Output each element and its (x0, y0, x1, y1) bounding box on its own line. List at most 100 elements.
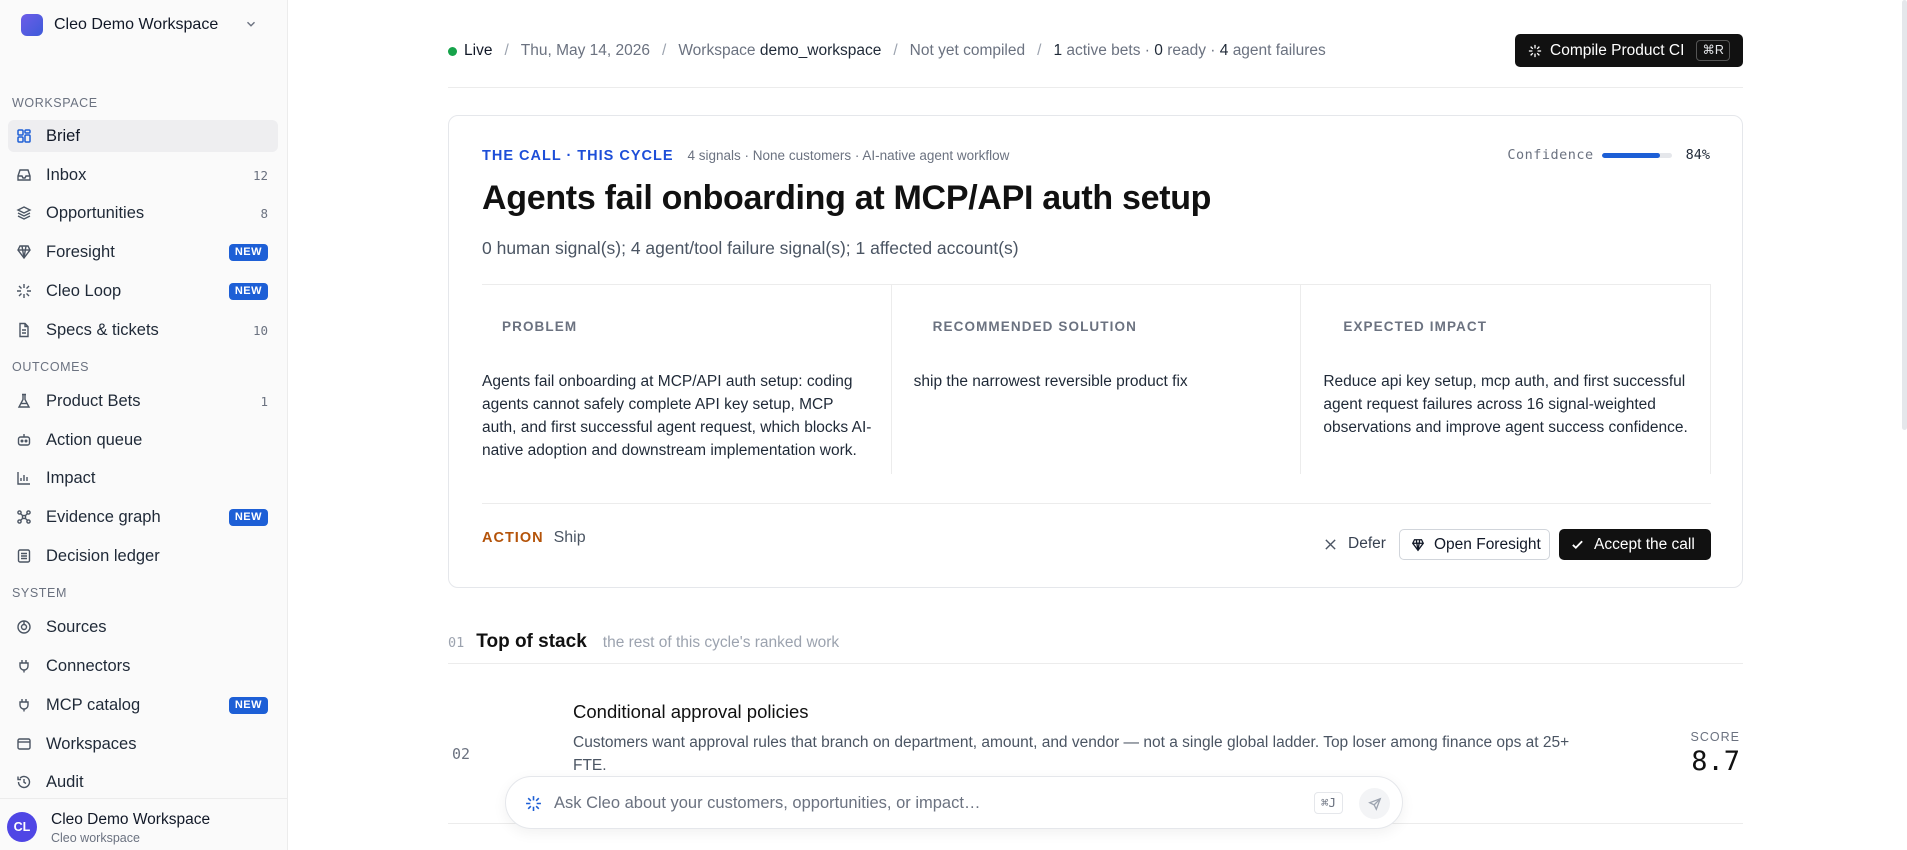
sidebar-item-cleo-loop[interactable]: Cleo Loop NEW (8, 275, 278, 307)
check-icon (1572, 540, 1583, 550)
defer-button[interactable]: Defer (1318, 529, 1392, 559)
confidence-fill (1601, 152, 1661, 158)
active-bets-count: 1 (1053, 42, 1063, 59)
sidebar-item-label: Sources (46, 617, 107, 636)
call-title: Agents fail onboarding at MCP/API auth s… (482, 179, 1212, 217)
call-meta: 4 signals · None customers · AI-native a… (687, 148, 1010, 163)
row-rank: 02 (452, 745, 471, 763)
inbox-icon (15, 166, 33, 184)
sidebar-item-decision-ledger[interactable]: Decision ledger (8, 540, 278, 572)
new-badge: NEW (228, 283, 268, 300)
source-icon (15, 618, 33, 636)
breadcrumb-separator: / (504, 42, 509, 59)
divider (448, 87, 1743, 88)
ready-label: ready · (1167, 42, 1216, 59)
workspace-prefix: Workspace (678, 42, 756, 59)
sidebar-item-label: Audit (46, 772, 84, 791)
sparkle-icon (15, 282, 33, 300)
top-of-stack-header: 01 Top of stack the rest of this cycle's… (448, 631, 839, 653)
sidebar-item-count: 8 (260, 205, 268, 221)
workspace-switcher[interactable]: Cleo Demo Workspace (12, 10, 270, 40)
sidebar-item-action-queue[interactable]: Action queue (8, 424, 278, 456)
sidebar-item-workspaces[interactable]: Workspaces (8, 728, 278, 760)
ask-cleo-bar: ⌘J (505, 776, 1403, 829)
avatar: CL (7, 812, 37, 842)
sidebar-item-label: MCP catalog (46, 695, 141, 714)
gem-icon (15, 243, 33, 261)
sidebar-item-sources[interactable]: Sources (8, 611, 278, 643)
ask-cleo-input[interactable] (554, 789, 1314, 817)
sidebar-item-evidence-graph[interactable]: Evidence graph NEW (8, 501, 278, 533)
column-body: Agents fail onboarding at MCP/API auth s… (482, 373, 872, 459)
call-eyebrow: THE CALL · THIS CYCLE 4 signals · None c… (482, 148, 1009, 164)
layers-icon (15, 204, 33, 222)
agent-failures-label: agent failures (1232, 42, 1326, 59)
problem-column: PROBLEM Agents fail onboarding at MCP/AP… (482, 284, 891, 474)
section-label-outcomes: OUTCOMES (12, 360, 90, 374)
sidebar-item-label: Product Bets (46, 391, 141, 410)
sidebar-item-label: Connectors (46, 656, 131, 675)
sidebar-item-label: Opportunities (46, 203, 145, 222)
defer-label: Defer (1348, 535, 1386, 552)
divider (482, 503, 1711, 504)
sidebar-item-foresight[interactable]: Foresight NEW (8, 236, 278, 268)
confidence-meter: Confidence 84% (1507, 147, 1710, 163)
breadcrumb-separator: / (1037, 42, 1042, 59)
open-foresight-button[interactable]: Open Foresight (1399, 529, 1550, 560)
sidebar-item-count: 10 (252, 322, 268, 338)
chevron-down-icon (247, 21, 255, 27)
sidebar-item-specs-tickets[interactable]: Specs & tickets 10 (8, 314, 278, 346)
window-icon (15, 735, 33, 753)
the-call-card: THE CALL · THIS CYCLE 4 signals · None c… (448, 115, 1743, 588)
sidebar-item-opportunities[interactable]: Opportunities 8 (8, 197, 278, 229)
workspace-name: Cleo Demo Workspace (54, 16, 219, 33)
send-button[interactable] (1359, 788, 1390, 819)
sidebar-item-label: Action queue (46, 430, 143, 449)
sidebar-item-label: Evidence graph (46, 507, 161, 526)
section-label-workspace: WORKSPACE (12, 96, 98, 110)
user-workspace-label: Cleo workspace (51, 831, 140, 845)
status-breadcrumb: Live / Thu, May 14, 2026 / Workspace dem… (448, 39, 1326, 63)
expected-impact-column: EXPECTED IMPACT Reduce api key setup, mc… (1300, 284, 1712, 474)
flask-icon (15, 392, 33, 410)
compile-product-ci-button[interactable]: Compile Product CI ⌘R (1515, 34, 1743, 67)
sidebar-item-impact[interactable]: Impact (8, 462, 278, 494)
document-icon (15, 321, 33, 339)
open-foresight-label: Open Foresight (1434, 535, 1541, 553)
score-value: 8.7 (1691, 746, 1740, 777)
workspace-logo (21, 14, 43, 36)
sidebar-item-connectors[interactable]: Connectors (8, 650, 278, 682)
sidebar-item-product-bets[interactable]: Product Bets 1 (8, 385, 278, 417)
confidence-value: 84% (1685, 147, 1710, 163)
breadcrumb-separator: / (893, 42, 898, 59)
sidebar-item-inbox[interactable]: Inbox 12 (8, 159, 278, 191)
recommended-solution-column: RECOMMENDED SOLUTION ship the narrowest … (890, 284, 1301, 474)
ready-count: 0 (1154, 42, 1163, 59)
confidence-label: Confidence (1507, 147, 1594, 163)
live-status-dot (448, 46, 457, 56)
call-eyebrow-label: THE CALL · THIS CYCLE (482, 148, 674, 164)
grid-icon (15, 127, 33, 145)
column-heading: PROBLEM (502, 319, 578, 334)
action-row: ACTION Ship (482, 529, 586, 547)
sparkle-icon (526, 796, 541, 811)
user-profile[interactable]: CL Cleo Demo Workspace Cleo workspace (0, 798, 288, 850)
ask-shortcut: ⌘J (1314, 792, 1344, 814)
new-badge: NEW (228, 697, 268, 714)
compile-button-label: Compile Product CI (1550, 41, 1685, 59)
sidebar-item-mcp-catalog[interactable]: MCP catalog NEW (8, 689, 278, 721)
column-body: Reduce api key setup, mcp auth, and firs… (1323, 373, 1688, 436)
column-body: ship the narrowest reversible product fi… (913, 373, 1188, 390)
call-columns: PROBLEM Agents fail onboarding at MCP/AP… (482, 284, 1712, 474)
sidebar-item-audit[interactable]: Audit (8, 766, 278, 798)
compile-state: Not yet compiled (909, 42, 1026, 59)
accept-call-button[interactable]: Accept the call (1559, 529, 1711, 560)
accept-call-label: Accept the call (1594, 535, 1695, 553)
sidebar-item-brief[interactable]: Brief (8, 120, 278, 152)
section-label-system: SYSTEM (12, 586, 67, 600)
section-title: Top of stack (476, 631, 587, 652)
sidebar-item-label: Inbox (46, 165, 87, 184)
ledger-icon (15, 547, 33, 565)
page-scrollbar[interactable] (1902, 0, 1907, 430)
sidebar-item-label: Decision ledger (46, 546, 160, 565)
